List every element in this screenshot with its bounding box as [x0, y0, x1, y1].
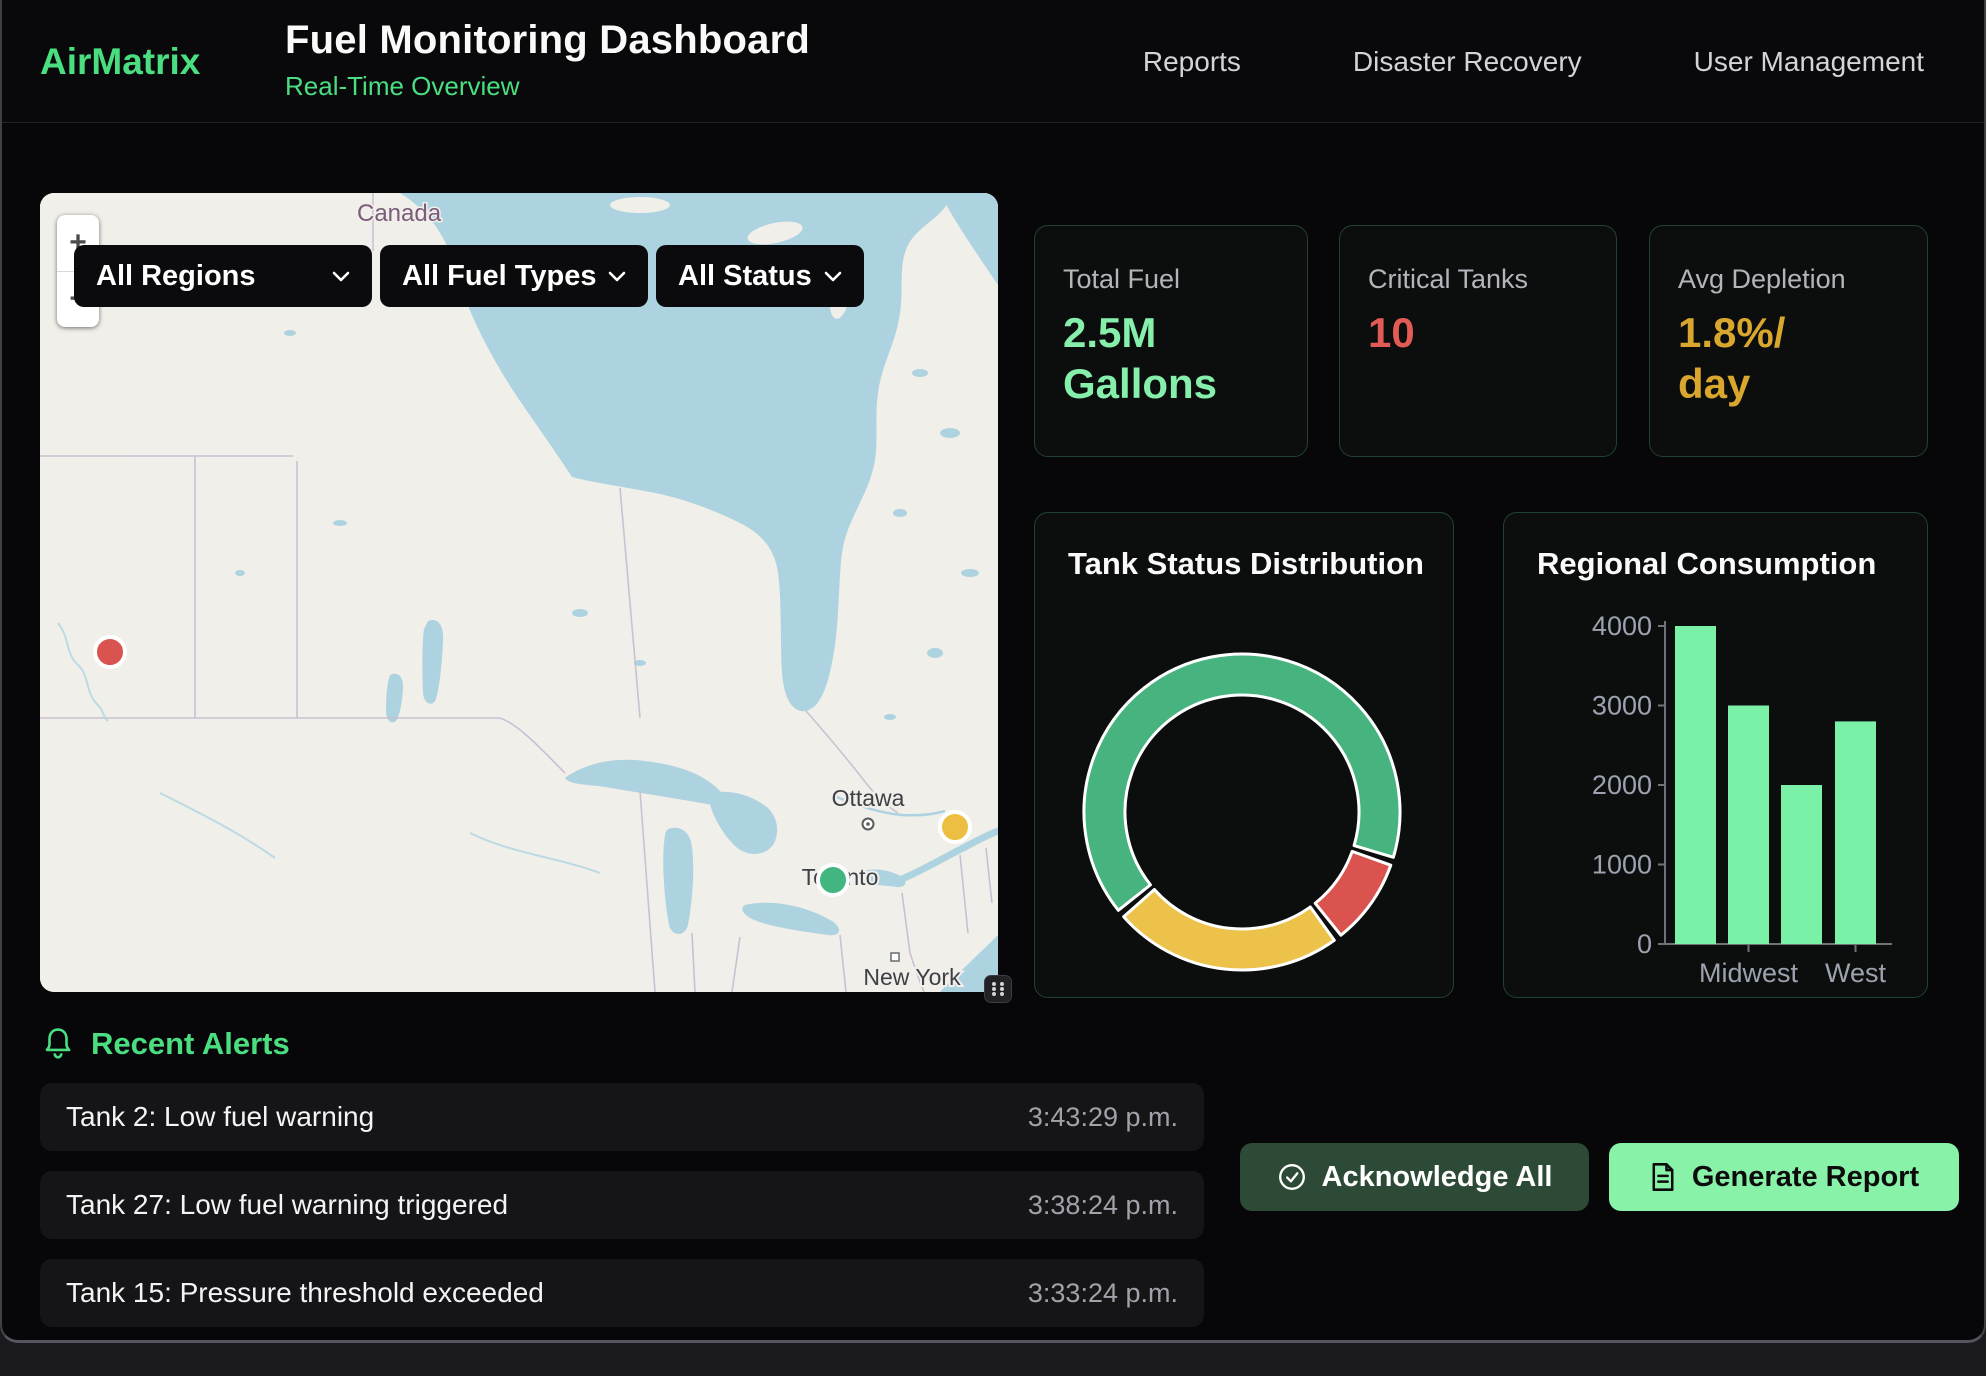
kpi-card-avg-depletion: Avg Depletion 1.8%/day [1649, 225, 1928, 457]
y-tick-label: 0 [1637, 929, 1652, 959]
regional-consumption-bar-chart[interactable]: 0 1000 2000 3000 4000 Midwest West [1504, 513, 1929, 999]
y-tick-label: 2000 [1592, 770, 1652, 800]
tank-status-chart-card: Tank Status Distribution [1034, 512, 1454, 998]
ottawa-label: Ottawa [832, 785, 905, 811]
status-filter-dropdown[interactable]: All Status [656, 245, 864, 307]
nav-reports[interactable]: Reports [1143, 46, 1241, 78]
dashboard-page: AirMatrix Fuel Monitoring Dashboard Real… [0, 0, 1986, 1376]
document-icon [1649, 1162, 1677, 1192]
generate-report-label: Generate Report [1692, 1161, 1919, 1194]
page-subtitle: Real-Time Overview [285, 71, 810, 102]
x-tick-label: Midwest [1699, 958, 1799, 988]
chevron-down-icon [332, 271, 350, 282]
alert-message: Tank 27: Low fuel warning triggered [66, 1189, 508, 1221]
y-tick-label: 1000 [1592, 850, 1652, 880]
footer-strip [0, 1343, 1986, 1376]
nav-user-management[interactable]: User Management [1694, 46, 1924, 78]
map-resize-handle[interactable] [984, 975, 1012, 1003]
recent-alerts-header: Recent Alerts [42, 1026, 290, 1062]
kpi-label: Total Fuel [1063, 264, 1279, 295]
alerts-section-title: Recent Alerts [91, 1026, 290, 1062]
check-circle-icon [1277, 1162, 1307, 1192]
y-tick-label: 4000 [1592, 611, 1652, 641]
region-filter-dropdown[interactable]: All Regions [74, 245, 372, 307]
acknowledge-all-label: Acknowledge All [1322, 1161, 1553, 1194]
warning-tank-marker[interactable] [940, 812, 970, 842]
donut-segment-amber[interactable] [1124, 890, 1335, 970]
donut-segment-red[interactable] [1315, 851, 1391, 935]
x-tick-label: West [1825, 958, 1887, 988]
fuel-type-filter-value: All Fuel Types [402, 260, 596, 293]
bar-3[interactable] [1835, 721, 1876, 944]
chevron-down-icon [824, 271, 842, 282]
region-filter-value: All Regions [96, 260, 256, 293]
map-canvas: Canada Ottawa Toronto New York [40, 193, 998, 992]
nav-disaster-recovery[interactable]: Disaster Recovery [1353, 46, 1582, 78]
kpi-label: Avg Depletion [1678, 264, 1899, 295]
regional-consumption-chart-card: Regional Consumption 01000200030004000Mi… [1503, 512, 1928, 998]
alert-time: 3:33:24 p.m. [1028, 1278, 1178, 1309]
brand-logo: AirMatrix [40, 41, 200, 83]
normal-tank-marker[interactable] [818, 865, 848, 895]
alert-message: Tank 15: Pressure threshold exceeded [66, 1277, 544, 1309]
kpi-label: Critical Tanks [1368, 264, 1588, 295]
kpi-value: 1.8%/day [1678, 307, 1899, 409]
alert-row[interactable]: Tank 15: Pressure threshold exceeded 3:3… [40, 1259, 1204, 1327]
kpi-card-total-fuel: Total Fuel 2.5MGallons [1034, 225, 1308, 457]
bar-1[interactable] [1728, 706, 1769, 945]
alert-time: 3:38:24 p.m. [1028, 1190, 1178, 1221]
bar-0[interactable] [1675, 626, 1716, 944]
app-window: AirMatrix Fuel Monitoring Dashboard Real… [0, 0, 1986, 1343]
top-bar: AirMatrix Fuel Monitoring Dashboard Real… [2, 0, 1984, 123]
bell-icon [42, 1027, 74, 1061]
generate-report-button[interactable]: Generate Report [1609, 1143, 1959, 1211]
alert-row[interactable]: Tank 27: Low fuel warning triggered 3:38… [40, 1171, 1204, 1239]
kpi-value: 2.5MGallons [1063, 307, 1279, 409]
bar-2[interactable] [1781, 785, 1822, 944]
tank-status-donut-chart[interactable] [1035, 513, 1455, 999]
newyork-label: New York [863, 964, 961, 990]
acknowledge-all-button[interactable]: Acknowledge All [1240, 1143, 1589, 1211]
tank-map[interactable]: Canada Ottawa Toronto New York + − All [40, 193, 998, 992]
newyork-town-dot [891, 953, 899, 961]
alert-row[interactable]: Tank 2: Low fuel warning 3:43:29 p.m. [40, 1083, 1204, 1151]
fuel-type-filter-dropdown[interactable]: All Fuel Types [380, 245, 648, 307]
kpi-value: 10 [1368, 307, 1588, 358]
alert-message: Tank 2: Low fuel warning [66, 1101, 374, 1133]
alert-time: 3:43:29 p.m. [1028, 1102, 1178, 1133]
status-filter-value: All Status [678, 260, 812, 293]
canada-label: Canada [357, 200, 442, 227]
map-filters: All Regions All Fuel Types All Status [74, 245, 864, 307]
title-block: Fuel Monitoring Dashboard Real-Time Over… [285, 18, 810, 102]
chevron-down-icon [608, 271, 626, 282]
main-nav: Reports Disaster Recovery User Managemen… [1143, 0, 1924, 123]
page-title: Fuel Monitoring Dashboard [285, 18, 810, 63]
critical-tank-marker[interactable] [95, 637, 125, 667]
y-tick-label: 3000 [1592, 691, 1652, 721]
kpi-card-critical-tanks: Critical Tanks 10 [1339, 225, 1617, 457]
